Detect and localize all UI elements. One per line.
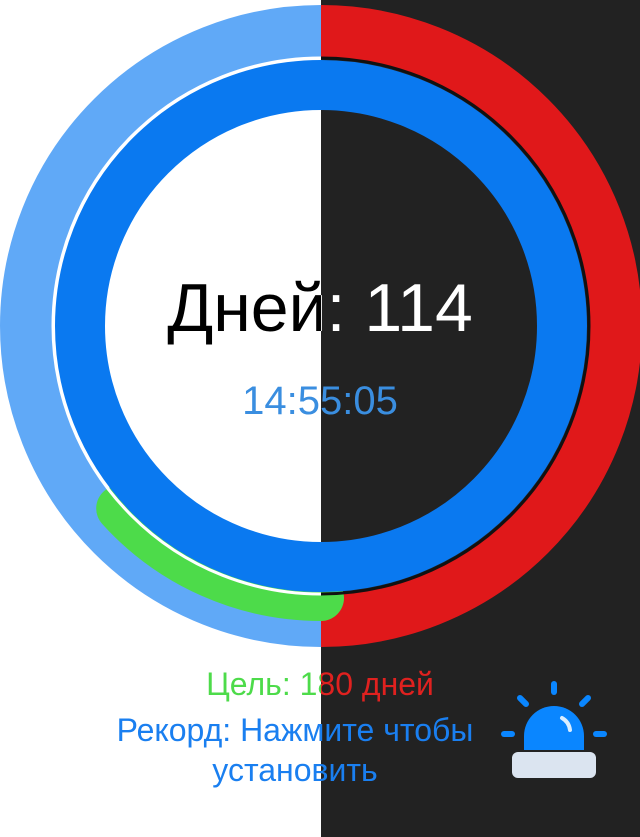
elapsed-timer-text: 14:55:05 xyxy=(242,379,398,423)
siren-icon xyxy=(501,681,607,778)
goal-text: Цель: 180 дней xyxy=(206,666,434,702)
days-counter: Дней: 114 xyxy=(0,268,640,348)
days-counter-text: Дней: 114 xyxy=(167,270,473,346)
record-button[interactable]: Рекорд: Нажмите чтобы установить xyxy=(60,710,530,790)
siren-button[interactable] xyxy=(496,678,612,788)
elapsed-timer: 14:55:05 xyxy=(0,378,640,424)
